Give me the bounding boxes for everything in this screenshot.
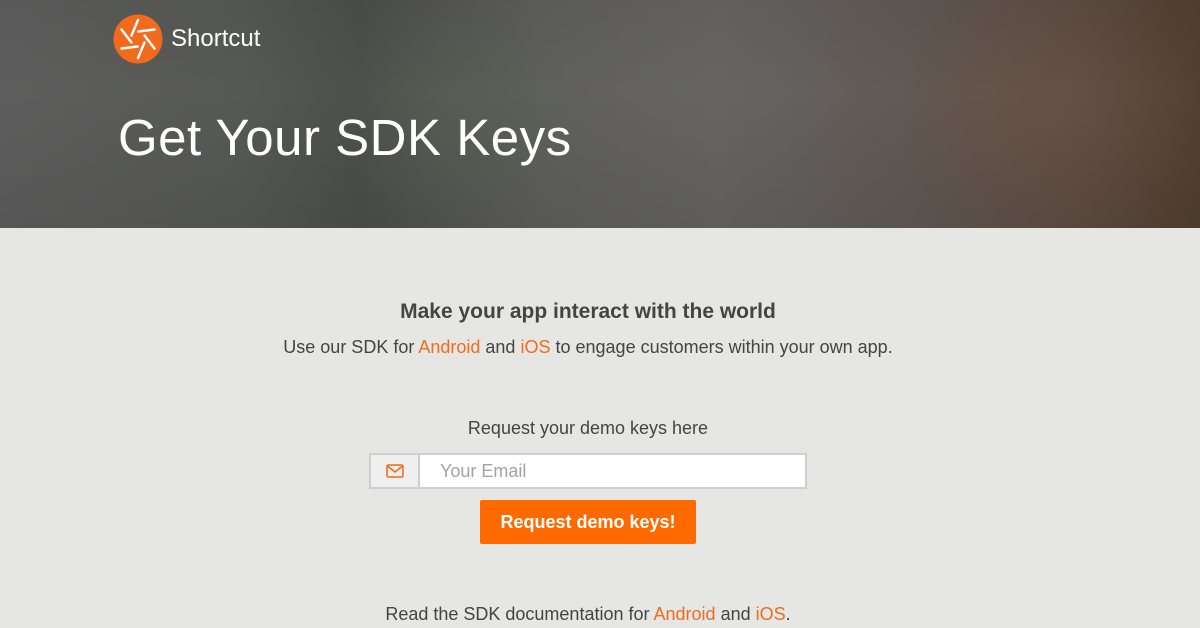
brand-name: Shortcut (171, 25, 261, 52)
intro-text: Use our SDK for Android and iOS to engag… (0, 337, 1176, 358)
intro-headline: Make your app interact with the world (400, 300, 776, 323)
docs-text: Read the SDK documentation for Android a… (0, 604, 1176, 625)
email-addon (371, 455, 420, 487)
email-input-group (369, 453, 807, 489)
main-content: Make your app interact with the world Us… (0, 228, 1200, 628)
docs-and: and (720, 604, 751, 624)
intro-and: and (485, 337, 516, 357)
hero-banner: Shortcut Get Your SDK Keys (0, 0, 1200, 228)
docs-suffix: . (785, 604, 791, 624)
aperture-logo-icon (113, 14, 163, 64)
request-keys-label: Request your demo keys here (467, 418, 709, 438)
request-demo-keys-button[interactable]: Request demo keys! (480, 500, 696, 544)
brand-home-link[interactable]: Shortcut (113, 14, 260, 64)
intro-android-link[interactable]: Android (418, 337, 480, 357)
intro-suffix: to engage customers within your own app. (555, 337, 893, 357)
envelope-icon (385, 464, 404, 478)
docs-ios-link[interactable]: iOS (756, 604, 786, 624)
email-field[interactable] (420, 455, 805, 487)
docs-prefix: Read the SDK documentation for (385, 604, 650, 624)
intro-ios-link[interactable]: iOS (520, 337, 550, 357)
docs-android-link[interactable]: Android (654, 604, 716, 624)
page-title: Get Your SDK Keys (118, 109, 572, 166)
intro-prefix: Use our SDK for (283, 337, 415, 357)
